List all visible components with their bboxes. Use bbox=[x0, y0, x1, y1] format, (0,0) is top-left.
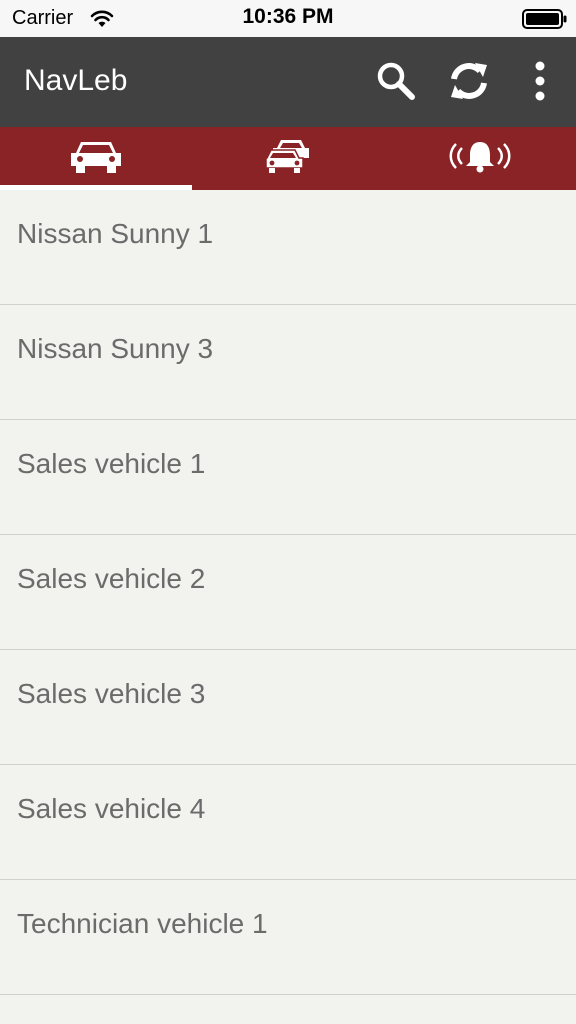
refresh-button[interactable] bbox=[443, 57, 495, 109]
battery-icon bbox=[522, 9, 568, 29]
alarm-bell-icon bbox=[449, 138, 511, 179]
tab-vehicle[interactable] bbox=[0, 127, 192, 190]
app-title: NavLeb bbox=[24, 64, 128, 97]
vehicle-name: Sales vehicle 4 bbox=[17, 793, 206, 824]
list-item[interactable]: Sales vehicle 1 bbox=[0, 420, 576, 535]
list-item[interactable]: Nissan Sunny 1 bbox=[0, 190, 576, 305]
vehicle-list: Nissan Sunny 1 Nissan Sunny 3 Sales vehi… bbox=[0, 190, 576, 995]
vehicle-name: Sales vehicle 2 bbox=[17, 563, 206, 594]
list-item[interactable]: Sales vehicle 4 bbox=[0, 765, 576, 880]
refresh-icon bbox=[445, 57, 493, 110]
list-item[interactable]: Technician vehicle 1 bbox=[0, 880, 576, 995]
search-icon bbox=[374, 59, 418, 108]
tab-fleet[interactable] bbox=[192, 127, 384, 190]
vehicle-name: Sales vehicle 1 bbox=[17, 448, 206, 479]
tab-alerts[interactable] bbox=[384, 127, 576, 190]
more-vertical-icon bbox=[534, 61, 546, 106]
list-item[interactable]: Sales vehicle 3 bbox=[0, 650, 576, 765]
car-icon bbox=[68, 138, 124, 179]
app-bar: NavLeb bbox=[0, 37, 576, 127]
search-button[interactable] bbox=[370, 57, 422, 109]
vehicle-name: Nissan Sunny 1 bbox=[17, 218, 214, 249]
status-time: 10:36 PM bbox=[242, 5, 334, 28]
list-item[interactable]: Sales vehicle 2 bbox=[0, 535, 576, 650]
cars-icon bbox=[265, 138, 311, 179]
status-bar: Carrier 10:36 PM bbox=[0, 0, 576, 37]
vehicle-name: Sales vehicle 3 bbox=[17, 678, 206, 709]
tab-bar bbox=[0, 127, 576, 190]
vehicle-name: Nissan Sunny 3 bbox=[17, 333, 214, 364]
list-item[interactable]: Nissan Sunny 3 bbox=[0, 305, 576, 420]
more-options-button[interactable] bbox=[514, 57, 566, 109]
vehicle-name: Technician vehicle 1 bbox=[17, 908, 268, 939]
